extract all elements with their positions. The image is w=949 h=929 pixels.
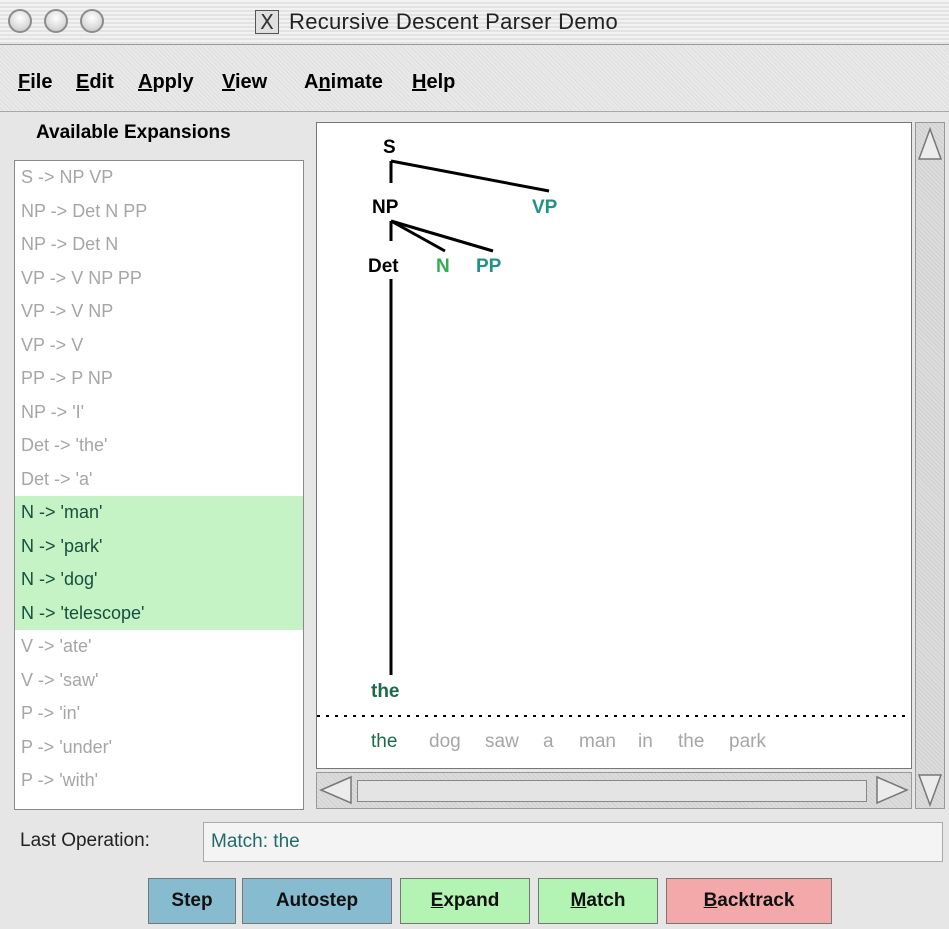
expansion-item[interactable]: V -> 'ate' — [15, 630, 303, 664]
expansion-item[interactable]: VP -> V — [15, 329, 303, 363]
expansion-item[interactable]: S -> NP VP — [15, 161, 303, 195]
tree-svg: S NP VP Det N PP the the dog saw a man i… — [317, 137, 911, 752]
expansion-item[interactable]: NP -> Det N PP — [15, 195, 303, 229]
menu-animate[interactable]: Animate — [304, 71, 383, 94]
expansion-item[interactable]: N -> 'park' — [15, 529, 303, 563]
node-s: S — [383, 137, 396, 158]
expansions-list[interactable]: S -> NP VP NP -> Det N PP NP -> Det N VP ->… — [14, 160, 304, 810]
expansion-item[interactable]: P -> 'under' — [15, 731, 303, 765]
backtrack-label: acktrack — [717, 890, 795, 911]
sentence-word: a — [543, 731, 554, 752]
scroll-up-arrow-icon[interactable] — [917, 126, 943, 160]
expansion-item[interactable]: NP -> Det N — [15, 228, 303, 262]
title-bar: X Recursive Descent Parser Demo — [0, 0, 949, 45]
scroll-left-arrow-icon[interactable] — [319, 775, 352, 805]
x11-icon: X — [255, 10, 279, 34]
match-mnemonic: M — [570, 890, 587, 911]
sentence-word: in — [638, 731, 653, 752]
expansion-item[interactable]: P -> 'with' — [15, 764, 303, 798]
sentence-word: the — [678, 731, 704, 752]
expansions-header: Available Expansions — [36, 122, 231, 143]
last-operation-label: Last Operation: — [20, 830, 150, 851]
autostep-label: Autostep — [275, 890, 359, 911]
expansion-item[interactable]: N -> 'dog' — [15, 563, 303, 597]
expansion-item[interactable]: Det -> 'the' — [15, 429, 303, 463]
node-pp: PP — [476, 256, 502, 277]
autostep-button[interactable]: Autostep — [242, 878, 392, 924]
menu-file[interactable]: File — [18, 71, 52, 94]
expansion-item[interactable]: PP -> P NP — [15, 362, 303, 396]
expand-mnemonic: E — [430, 890, 444, 911]
window-title: Recursive Descent Parser Demo — [289, 9, 619, 34]
tree-canvas[interactable]: S NP VP Det N PP the the dog saw a man i… — [316, 122, 912, 769]
expansion-item[interactable]: NP -> 'I' — [15, 396, 303, 430]
expansion-item[interactable]: N -> 'telescope' — [15, 596, 303, 630]
horizontal-scrollbar[interactable] — [316, 772, 912, 809]
zoom-window-button[interactable] — [80, 9, 104, 33]
scroll-right-arrow-icon[interactable] — [876, 775, 909, 805]
scroll-down-arrow-icon[interactable] — [917, 774, 943, 808]
match-label: atch — [586, 890, 626, 911]
expansion-item[interactable]: VP -> V NP PP — [15, 262, 303, 296]
vertical-scrollbar[interactable] — [915, 122, 945, 809]
expansion-item[interactable]: V -> 'saw' — [15, 664, 303, 698]
node-vp: VP — [532, 197, 558, 218]
last-operation-field: Match: the — [203, 822, 943, 862]
close-window-button[interactable] — [8, 9, 32, 33]
node-det: Det — [368, 256, 399, 277]
sentence-word: man — [579, 731, 616, 752]
sentence-word: the — [371, 731, 397, 752]
sentence-word: saw — [485, 731, 519, 752]
menu-help[interactable]: Help — [412, 71, 455, 94]
expansion-item[interactable]: VP -> V NP — [15, 295, 303, 329]
menu-edit[interactable]: Edit — [76, 71, 114, 94]
backtrack-button[interactable]: Backtrack — [666, 878, 832, 924]
hscroll-thumb[interactable] — [357, 780, 867, 802]
edge-np-pp — [390, 219, 494, 253]
menu-apply[interactable]: Apply — [138, 71, 194, 94]
expansion-item[interactable]: N -> 'man' — [15, 496, 303, 530]
menu-bar: File Edit Apply View Animate Help — [0, 45, 949, 112]
menu-view[interactable]: View — [222, 71, 267, 94]
node-n: N — [436, 256, 450, 277]
vscroll-arrows — [917, 126, 943, 808]
expansion-item[interactable]: Det -> 'a' — [15, 463, 303, 497]
window-title-group: X Recursive Descent Parser Demo — [255, 8, 618, 36]
step-label: Step — [171, 890, 213, 911]
minimize-window-button[interactable] — [44, 9, 68, 33]
expand-button[interactable]: Expand — [400, 878, 530, 924]
sentence-word: dog — [429, 731, 461, 752]
match-button[interactable]: Match — [538, 878, 658, 924]
expand-label: xpand — [443, 890, 500, 911]
node-np: NP — [372, 197, 399, 218]
edge-s-vp — [390, 159, 550, 193]
leaf-the: the — [371, 681, 400, 702]
backtrack-mnemonic: B — [703, 890, 718, 911]
sentence-word: park — [729, 731, 766, 752]
step-button[interactable]: Step — [148, 878, 236, 924]
expansion-item[interactable]: P -> 'in' — [15, 697, 303, 731]
